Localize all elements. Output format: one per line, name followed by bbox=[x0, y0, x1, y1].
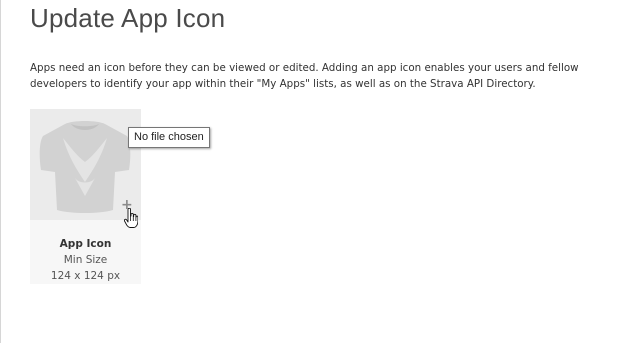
page-description: Apps need an icon before they can be vie… bbox=[30, 62, 579, 90]
jersey-icon bbox=[39, 121, 131, 213]
hand-pointer-cursor-icon bbox=[124, 208, 138, 228]
app-icon-info: App Icon Min Size 124 x 124 px bbox=[30, 236, 141, 284]
min-size-label: Min Size bbox=[63, 254, 108, 266]
page-left-border bbox=[0, 0, 1, 343]
app-icon-upload-card: + App Icon Min Size 124 x 124 px bbox=[30, 109, 141, 284]
app-icon-file-input[interactable]: + bbox=[30, 109, 141, 228]
page-title: Update App Icon bbox=[30, 3, 226, 33]
min-size-value: 124 x 124 px bbox=[50, 270, 121, 282]
app-icon-label: App Icon bbox=[59, 238, 112, 250]
file-input-tooltip: No file chosen bbox=[128, 127, 210, 148]
